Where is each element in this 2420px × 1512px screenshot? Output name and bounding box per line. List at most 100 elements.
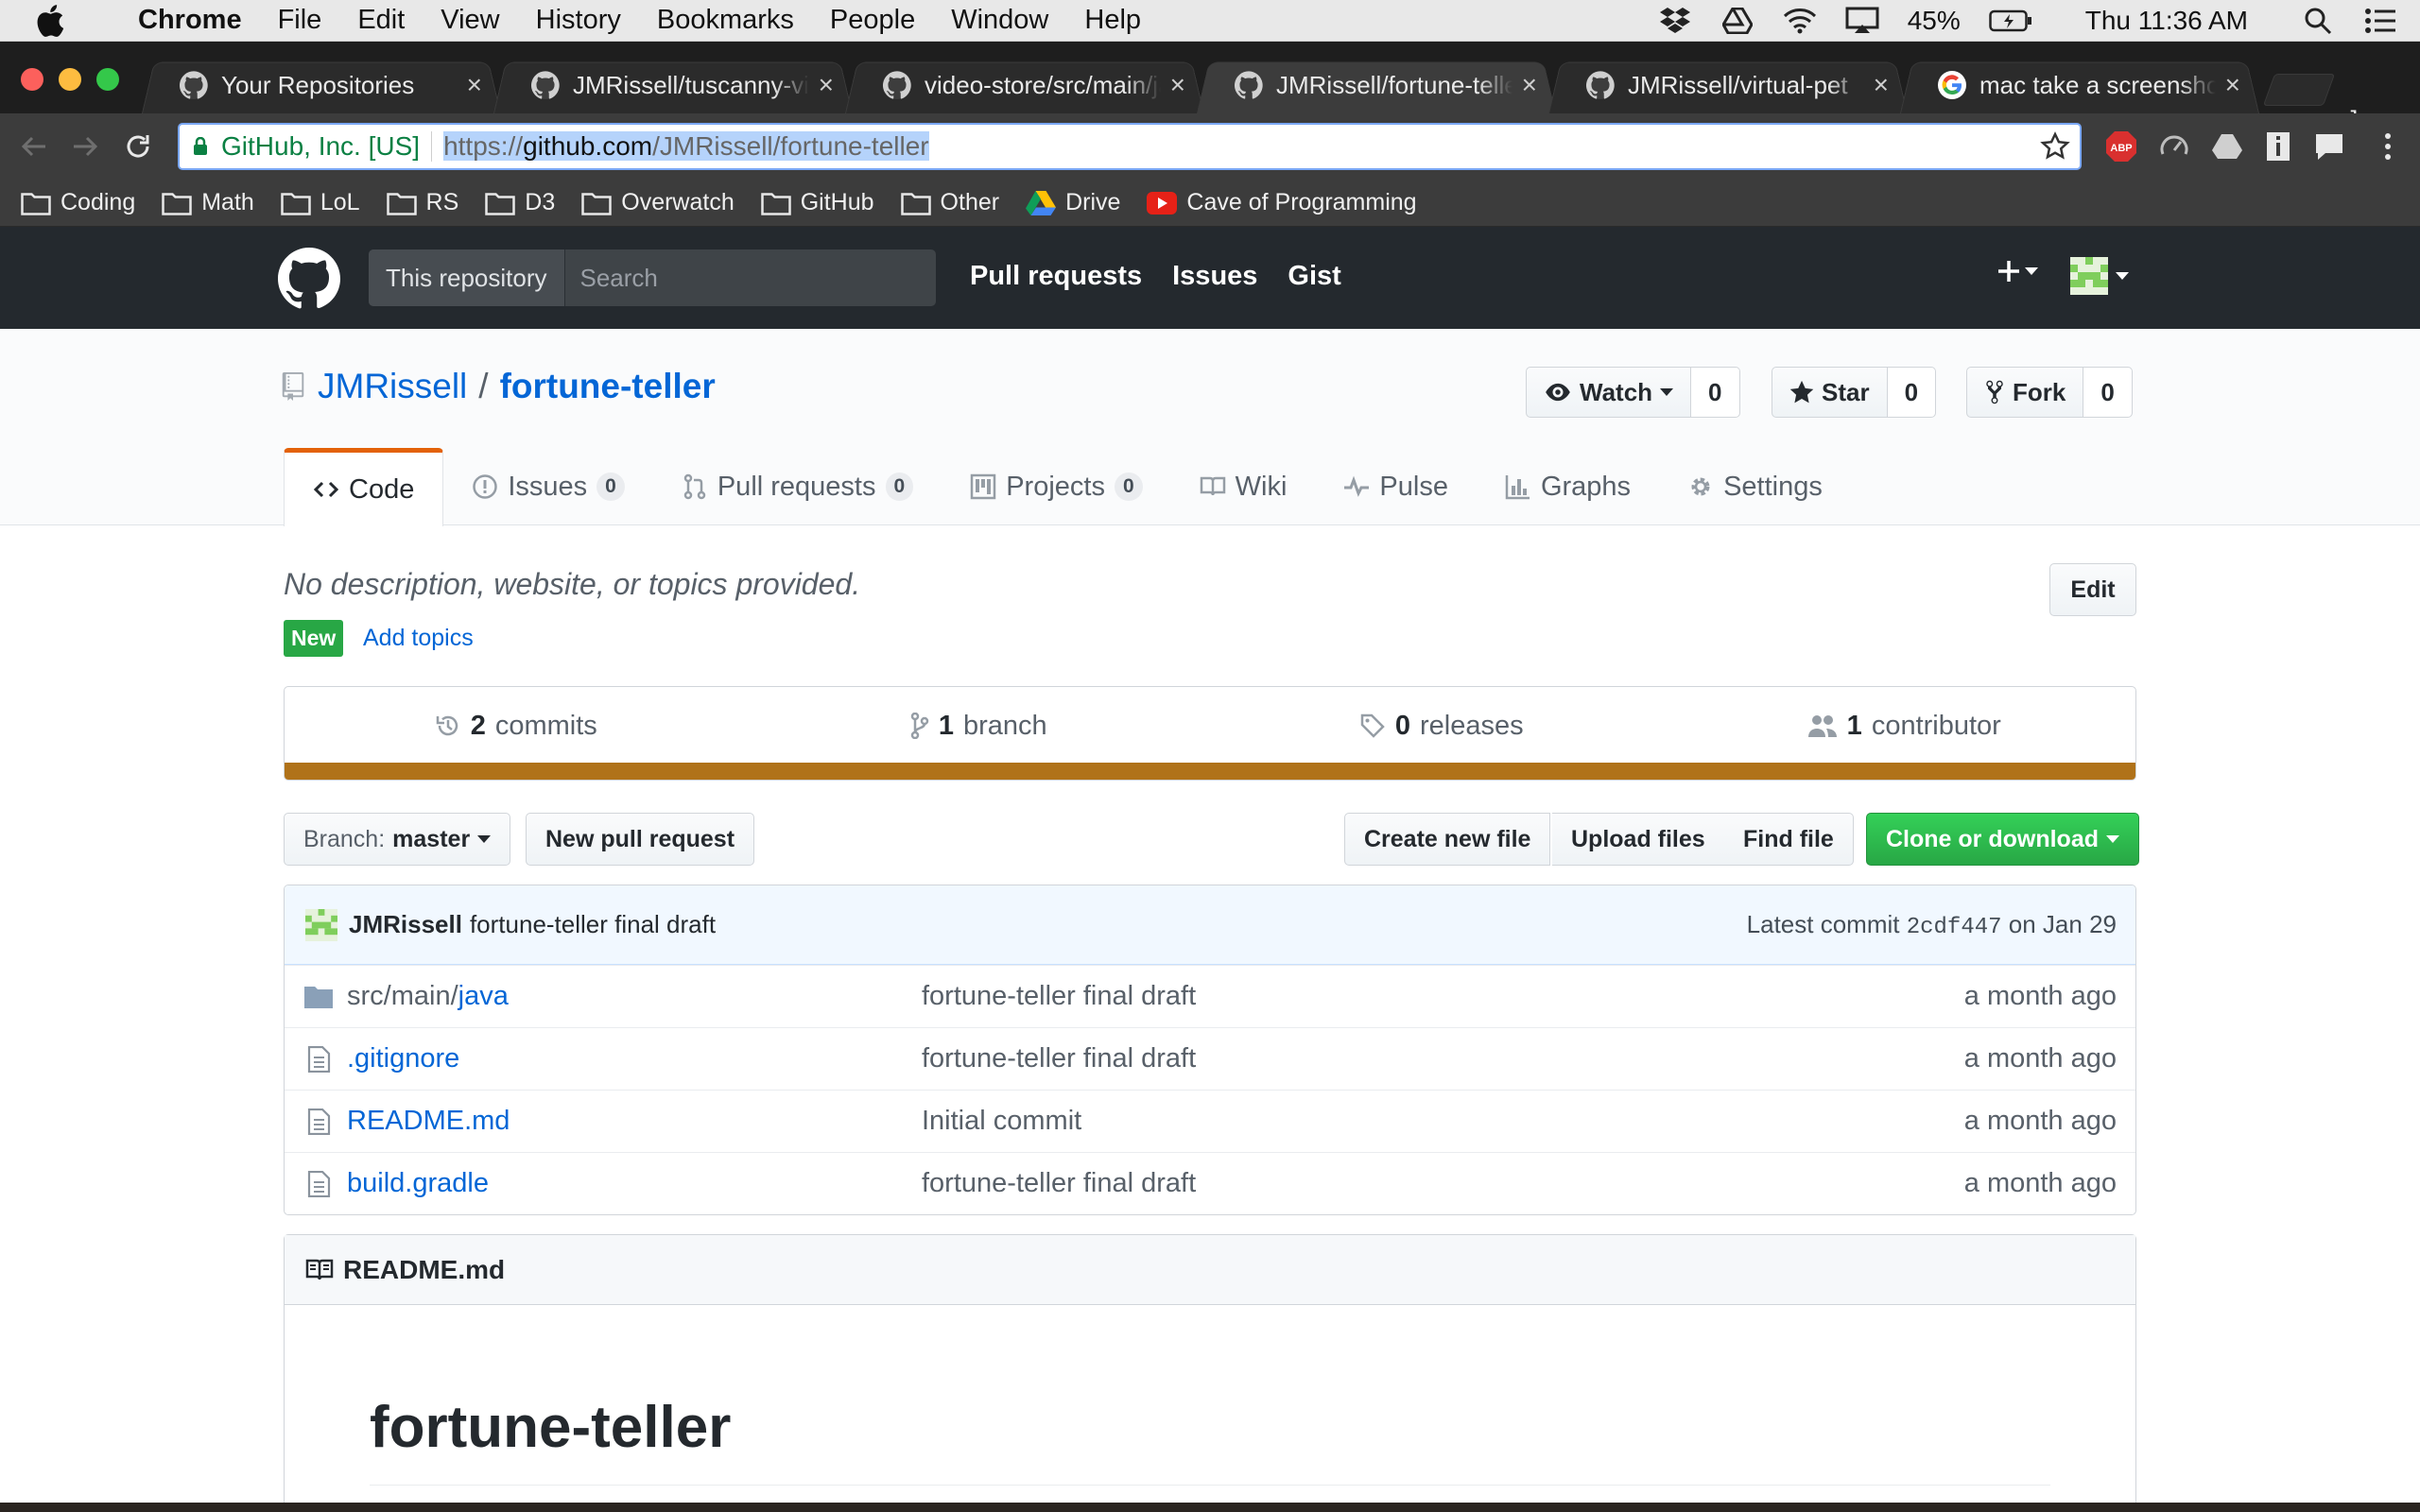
- window-close-button[interactable]: [21, 68, 43, 91]
- file-commit-message-link[interactable]: Initial commit: [922, 1106, 1964, 1137]
- feedback-extension-icon[interactable]: [2312, 129, 2346, 163]
- airplay-icon[interactable]: [1845, 4, 1879, 38]
- tab-projects[interactable]: Projects 0: [942, 448, 1170, 525]
- create-new-dropdown[interactable]: [1996, 259, 2038, 284]
- forward-button[interactable]: [68, 129, 102, 163]
- bookmark-folder-overwatch[interactable]: Overwatch: [581, 189, 735, 216]
- new-tab-button[interactable]: [2262, 74, 2336, 106]
- contributors-link[interactable]: 1 contributor: [1673, 711, 2136, 742]
- find-file-button[interactable]: Find file: [1724, 813, 1854, 866]
- bookmark-folder-github[interactable]: GitHub: [760, 189, 874, 216]
- menu-history[interactable]: History: [536, 5, 621, 36]
- tab-virtual-pet[interactable]: JMRissell/virtual-pet ×: [1548, 57, 1908, 113]
- upload-files-button[interactable]: Upload files: [1552, 813, 1725, 866]
- header-nav-issues[interactable]: Issues: [1172, 261, 1257, 292]
- tab-video-store[interactable]: video-store/src/main/ja ×: [845, 57, 1204, 113]
- fork-count[interactable]: 0: [2083, 367, 2133, 418]
- tab-google-search[interactable]: mac take a screenshot ×: [1900, 57, 2259, 113]
- branch-select-button[interactable]: Branch: master: [284, 813, 511, 866]
- tab-close-icon[interactable]: ×: [1522, 70, 1537, 100]
- file-name-link[interactable]: build.gradle: [347, 1168, 922, 1199]
- commit-sha-link[interactable]: 2cdf447: [1907, 915, 2002, 940]
- star-count[interactable]: 0: [1887, 367, 1937, 418]
- tab-close-icon[interactable]: ×: [467, 70, 482, 100]
- tab-settings[interactable]: Settings: [1659, 448, 1851, 525]
- menu-help[interactable]: Help: [1084, 5, 1141, 36]
- clone-or-download-button[interactable]: Clone or download: [1866, 813, 2139, 866]
- bookmark-folder-math[interactable]: Math: [162, 189, 254, 216]
- bookmark-folder-rs[interactable]: RS: [386, 189, 458, 216]
- bookmark-folder-coding[interactable]: Coding: [21, 189, 135, 216]
- file-commit-message-link[interactable]: fortune-teller final draft: [922, 1168, 1964, 1199]
- bookmark-star-icon[interactable]: [2040, 131, 2070, 162]
- tab-your-repositories[interactable]: Your Repositories ×: [142, 57, 501, 113]
- commits-link[interactable]: 2 commits: [285, 711, 748, 742]
- tab-close-icon[interactable]: ×: [2225, 70, 2240, 100]
- tab-close-icon[interactable]: ×: [1170, 70, 1185, 100]
- menu-app-chrome[interactable]: Chrome: [138, 5, 242, 36]
- url-text[interactable]: https://github.com/JMRissell/fortune-tel…: [443, 131, 929, 162]
- watch-button[interactable]: Watch: [1526, 367, 1692, 418]
- reload-button[interactable]: [121, 129, 155, 163]
- commit-message-link[interactable]: fortune-teller final draft: [470, 910, 716, 939]
- window-zoom-button[interactable]: [96, 68, 119, 91]
- tab-close-icon[interactable]: ×: [1874, 70, 1889, 100]
- bookmark-folder-other[interactable]: Other: [900, 189, 999, 216]
- tab-fortune-teller[interactable]: JMRissell/fortune-teller ×: [1197, 57, 1556, 113]
- file-commit-message-link[interactable]: fortune-teller final draft: [922, 1043, 1964, 1074]
- releases-link[interactable]: 0 releases: [1210, 711, 1673, 742]
- tab-wiki[interactable]: Wiki: [1171, 448, 1316, 525]
- apple-menu-icon[interactable]: [36, 4, 89, 37]
- repo-name-link[interactable]: fortune-teller: [500, 367, 716, 406]
- edit-description-button[interactable]: Edit: [2049, 563, 2136, 616]
- bookmark-drive[interactable]: Drive: [1026, 189, 1120, 216]
- bookmark-folder-lol[interactable]: LoL: [281, 189, 360, 216]
- tab-close-icon[interactable]: ×: [819, 70, 834, 100]
- spotlight-search-icon[interactable]: [2301, 4, 2335, 38]
- file-name-link[interactable]: README.md: [347, 1106, 922, 1137]
- menu-file[interactable]: File: [278, 5, 322, 36]
- bookmark-folder-d3[interactable]: D3: [485, 189, 555, 216]
- user-menu-dropdown[interactable]: [2070, 257, 2129, 295]
- branches-link[interactable]: 1 branch: [748, 711, 1211, 742]
- commit-author-link[interactable]: JMRissell: [349, 910, 462, 939]
- fork-button[interactable]: Fork: [1966, 367, 2084, 418]
- avatar[interactable]: [305, 908, 337, 941]
- menu-people[interactable]: People: [830, 5, 915, 36]
- tab-code[interactable]: Code: [284, 448, 444, 526]
- search-input[interactable]: [564, 263, 925, 293]
- secure-connection-indicator[interactable]: GitHub, Inc. [US]: [193, 131, 420, 162]
- github-octocat-icon[interactable]: [278, 248, 340, 310]
- wifi-icon[interactable]: [1783, 4, 1817, 38]
- tab-graphs[interactable]: Graphs: [1477, 448, 1659, 525]
- bookmark-cave-of-programming[interactable]: Cave of Programming: [1147, 189, 1417, 216]
- address-bar[interactable]: GitHub, Inc. [US] https://github.com/JMR…: [178, 123, 2082, 170]
- chrome-menu-icon[interactable]: [2371, 129, 2405, 163]
- tab-issues[interactable]: Issues 0: [443, 448, 653, 525]
- new-pull-request-button[interactable]: New pull request: [526, 813, 755, 866]
- adblock-plus-icon[interactable]: ABP: [2104, 129, 2138, 163]
- file-commit-message-link[interactable]: fortune-teller final draft: [922, 981, 1964, 1012]
- header-nav-gist[interactable]: Gist: [1288, 261, 1340, 292]
- add-topics-link[interactable]: Add topics: [363, 625, 474, 652]
- create-new-file-button[interactable]: Create new file: [1344, 813, 1551, 866]
- repo-owner-link[interactable]: JMRissell: [318, 367, 467, 406]
- drive-sync-icon[interactable]: [1720, 4, 1754, 38]
- menu-view[interactable]: View: [441, 5, 499, 36]
- info-extension-icon[interactable]: [2261, 129, 2295, 163]
- dropbox-icon[interactable]: [1658, 4, 1692, 38]
- menubar-clock[interactable]: Thu 11:36 AM: [2085, 6, 2248, 36]
- search-scope-label[interactable]: This repository: [369, 249, 565, 306]
- menu-edit[interactable]: Edit: [357, 5, 405, 36]
- tab-pulse[interactable]: Pulse: [1315, 448, 1477, 525]
- speed-gauge-extension-icon[interactable]: [2157, 129, 2191, 163]
- header-nav-pull-requests[interactable]: Pull requests: [970, 261, 1142, 292]
- window-minimize-button[interactable]: [59, 68, 81, 91]
- file-name-link[interactable]: .gitignore: [347, 1043, 922, 1074]
- language-bar[interactable]: [285, 763, 2135, 780]
- back-button[interactable]: [17, 129, 51, 163]
- menu-window[interactable]: Window: [951, 5, 1048, 36]
- google-drive-extension-icon[interactable]: [2210, 129, 2244, 163]
- tab-tuscanny-villa[interactable]: JMRissell/tuscanny-vill ×: [493, 57, 853, 113]
- menu-bookmarks[interactable]: Bookmarks: [657, 5, 794, 36]
